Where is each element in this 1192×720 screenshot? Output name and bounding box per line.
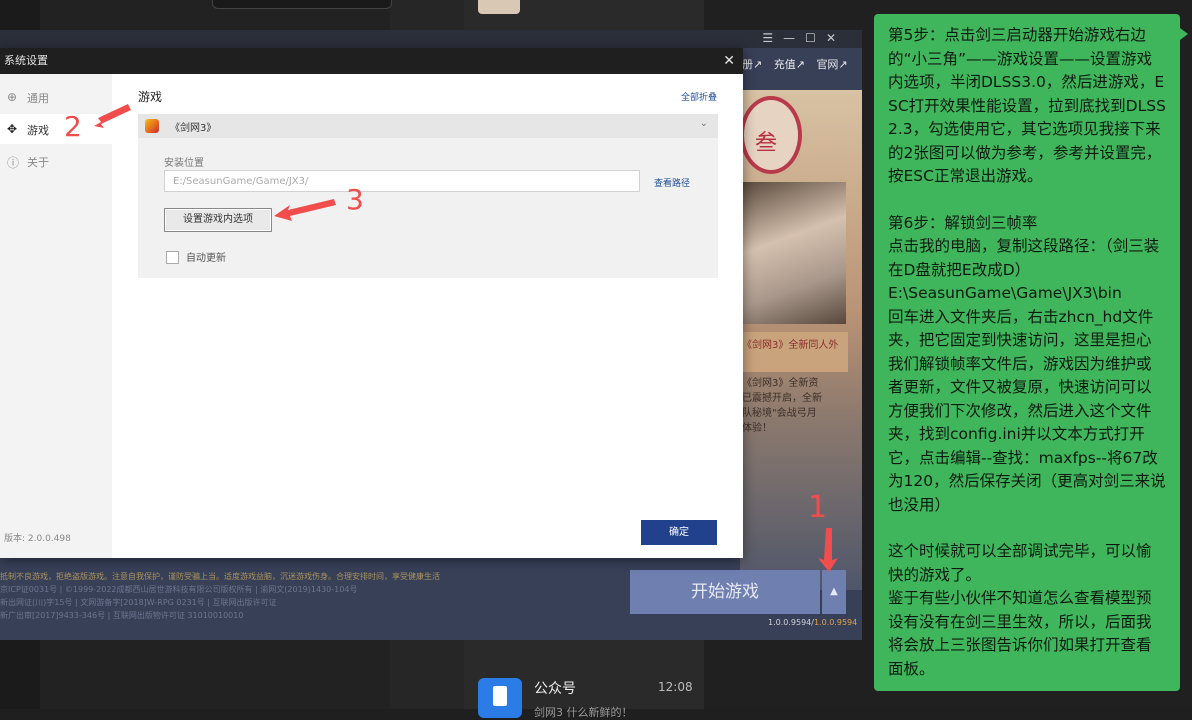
step5-text: 第5步：点击剑三启动器开始游戏右边的“小三角”——游戏设置——设置游戏内选项，半…: [888, 26, 1166, 185]
launcher-titlebar: ☰—☐✕: [0, 30, 862, 48]
recharge-link[interactable]: 充值↗: [774, 58, 805, 71]
news-text: 《剑网3》全新资 已震撼开启，全新 队秘境"会战弓月 体验！: [742, 378, 822, 434]
system-settings-dialog: 系统设置 ✕ ⊕ 通用 ✥ 游戏 ⓘ 关于 版本: 2.0.0.498 游戏 全…: [0, 48, 743, 558]
sidebar-item-label: 通用: [27, 92, 49, 105]
official-site-link[interactable]: 官网↗: [816, 58, 847, 71]
legal-footer: 抵制不良游戏，拒绝盗版游戏。注意自我保护，谨防受骗上当。适度游戏益脑，沉迷游戏伤…: [0, 572, 440, 620]
launcher-version: 1.0.0.9594/1.0.0.9594: [768, 618, 858, 627]
message-bubble[interactable]: 第5步：点击剑三启动器开始游戏右边的“小三角”——游戏设置——设置游戏内选项，半…: [874, 14, 1180, 691]
news-banner-image[interactable]: [742, 182, 846, 324]
popup-edge: [212, 0, 392, 9]
step6-rest: 回车进入文件夹后，右击zhcn_hd文件夹，把它固定到快速访问，这里是担心我们解…: [888, 307, 1166, 514]
annotation-number-2: 2: [64, 110, 82, 143]
bubble-tail: [1180, 28, 1188, 40]
start-game-button[interactable]: 开始游戏: [630, 570, 820, 614]
annotation-number-1: 1: [808, 490, 828, 525]
annotation-number-3: 3: [346, 183, 364, 216]
chevron-down-icon[interactable]: ⌄: [700, 118, 708, 129]
step6-path: E:\SeasunGame\Game\JX3\bin: [888, 284, 1122, 302]
sidebar-item-general[interactable]: ⊕ 通用: [0, 82, 112, 112]
app-version: 版本: 2.0.0.498: [4, 534, 71, 544]
auto-update-checkbox[interactable]: [166, 251, 179, 264]
step6-body: 点击我的电脑，复制这段路径：（剑三装在D盘就把E改成D）: [888, 237, 1160, 279]
sidebar-item-game[interactable]: ✥ 游戏: [0, 114, 112, 144]
confirm-button[interactable]: 确定: [641, 520, 717, 545]
game-name: 《剑网3》: [170, 123, 217, 134]
install-location-label: 安装位置: [164, 158, 204, 169]
gamepad-icon: ✥: [7, 122, 18, 136]
list-item[interactable]: 公众号 12:08 剑网3 什么新鲜的！: [464, 664, 704, 719]
launcher-window-controls[interactable]: ☰—☐✕: [762, 31, 846, 45]
avatar[interactable]: [478, 0, 520, 14]
sidebar-item-label: 关于: [27, 156, 49, 169]
start-options-triangle-icon[interactable]: ▲: [822, 570, 846, 614]
game-accordion-header[interactable]: 《剑网3》 ⌄: [138, 114, 718, 138]
register-link[interactable]: 册↗: [742, 58, 762, 71]
view-path-link[interactable]: 查看路径: [654, 176, 690, 189]
settings-sidebar: ⊕ 通用 ✥ 游戏 ⓘ 关于 版本: 2.0.0.498: [0, 74, 112, 558]
auto-update-label: 自动更新: [186, 253, 226, 264]
done-text: 这个时候就可以全部调试完毕，可以愉快的游戏了。: [888, 542, 1152, 584]
game-settings-panel: 安装位置 查看路径 设置游戏内选项 自动更新: [138, 138, 718, 278]
chat-preview: 剑网3 什么新鲜的！: [534, 706, 633, 719]
minimize-icon[interactable]: —: [783, 31, 805, 45]
sidebar-item-label: 游戏: [27, 124, 49, 137]
official-account-icon: [478, 678, 522, 718]
globe-icon: ⊕: [7, 90, 18, 104]
info-icon: ⓘ: [7, 156, 20, 170]
section-title: 游戏: [138, 90, 163, 104]
install-path-field[interactable]: [164, 170, 640, 192]
game-logo-text: 叁: [755, 131, 778, 156]
closing-text: 鉴于有些小伙伴不知道怎么查看模型预设有没有在剑三里生效，所以，后面我将会放上三张…: [888, 589, 1152, 678]
close-icon[interactable]: ✕: [723, 48, 735, 74]
step6-title: 第6步：解锁剑三帧率: [888, 213, 1038, 232]
collapse-all-link[interactable]: 全部折叠: [681, 90, 717, 103]
launcher-links: 册↗ 充值↗ 官网↗: [742, 56, 856, 72]
dialog-title: 系统设置: [0, 48, 743, 74]
chat-name: 公众号: [534, 681, 576, 697]
maximize-icon[interactable]: ☐: [805, 31, 826, 45]
menu-icon[interactable]: ☰: [762, 31, 783, 45]
game-icon: [145, 119, 159, 133]
sidebar-item-about[interactable]: ⓘ 关于: [0, 146, 112, 176]
news-banner-caption[interactable]: 《剑网3》全新同人外: [742, 332, 848, 372]
chat-time: 12:08: [658, 680, 693, 694]
close-icon[interactable]: ✕: [826, 31, 846, 45]
ingame-options-button[interactable]: 设置游戏内选项: [164, 208, 272, 232]
